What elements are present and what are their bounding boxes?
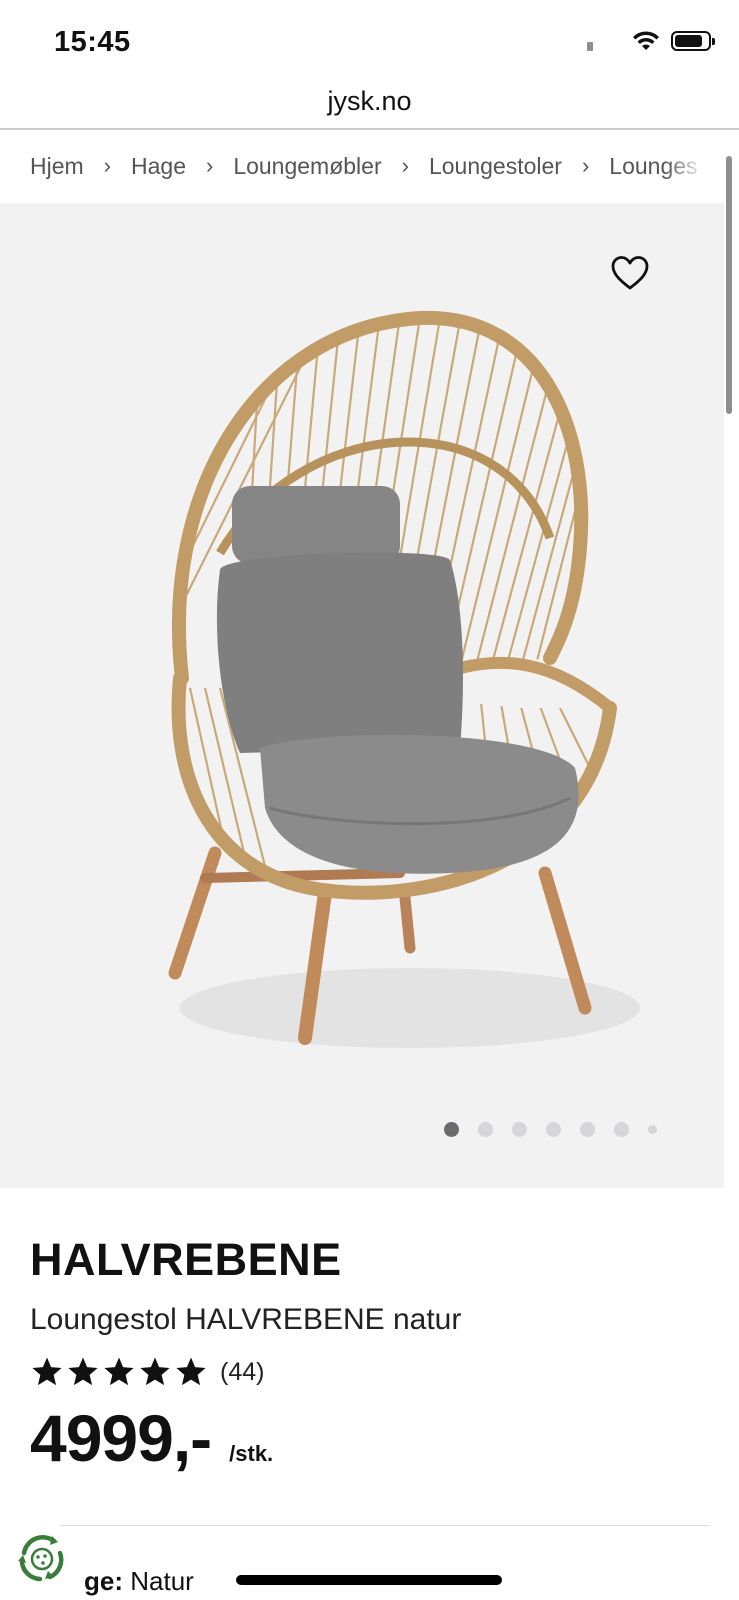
home-indicator[interactable] [236, 1575, 502, 1585]
status-time: 15:45 [54, 26, 131, 58]
breadcrumb: Hjem › Hage › Loungemøbler › Loungestole… [0, 130, 705, 202]
breadcrumb-item-hage[interactable]: Hage [131, 153, 186, 180]
gallery-dot-active[interactable] [444, 1122, 459, 1137]
star-icon [32, 1357, 62, 1386]
color-value: Natur [130, 1566, 194, 1596]
chevron-right-icon: › [401, 153, 409, 178]
product-name: Loungestol HALVREBENE natur [30, 1303, 462, 1336]
gallery-dot[interactable] [580, 1122, 595, 1137]
rating-count[interactable]: (44) [220, 1358, 264, 1387]
star-icon [140, 1357, 170, 1386]
gallery-dot[interactable] [614, 1122, 629, 1137]
status-icons [587, 30, 715, 52]
heart-icon[interactable] [610, 255, 650, 291]
product-brand: HALVREBENE [30, 1234, 342, 1285]
product-gallery[interactable] [0, 203, 724, 1188]
color-attribute: ge: Natur [84, 1566, 194, 1597]
url-text: jysk.no [327, 86, 412, 116]
product-price: 4999,- [30, 1401, 212, 1475]
chevron-right-icon: › [103, 153, 111, 178]
battery-icon [671, 31, 715, 51]
recycle-icon[interactable] [14, 1531, 70, 1587]
star-icon [176, 1357, 206, 1386]
gallery-dot[interactable] [512, 1122, 527, 1137]
signal-icon [587, 41, 593, 51]
chevron-right-icon: › [205, 153, 214, 178]
star-icon [104, 1357, 134, 1386]
page-scrollbar[interactable] [726, 156, 732, 414]
breadcrumb-item-loungestoler[interactable]: Loungestoler [429, 153, 562, 180]
status-bar: 15:45 [0, 0, 739, 80]
gallery-pagination[interactable] [444, 1122, 676, 1137]
chevron-right-icon: › [581, 153, 590, 178]
divider [60, 1525, 710, 1526]
breadcrumb-item-hjem[interactable]: Hjem [30, 153, 84, 180]
gallery-dot[interactable] [546, 1122, 561, 1137]
gallery-dot[interactable] [648, 1125, 657, 1134]
product-image-chair[interactable] [120, 308, 640, 1088]
product-rating[interactable]: (44) [30, 1355, 264, 1389]
breadcrumb-item-loungemobler[interactable]: Loungemøbler [233, 153, 381, 180]
price-unit: /stk. [229, 1441, 274, 1466]
wifi-icon [633, 31, 659, 50]
price-row: 4999,- /stk. [30, 1400, 273, 1476]
color-label: ge: [84, 1566, 123, 1596]
star-icon [68, 1357, 98, 1386]
gallery-dot[interactable] [478, 1122, 493, 1137]
browser-url-bar[interactable]: jysk.no [0, 80, 739, 130]
